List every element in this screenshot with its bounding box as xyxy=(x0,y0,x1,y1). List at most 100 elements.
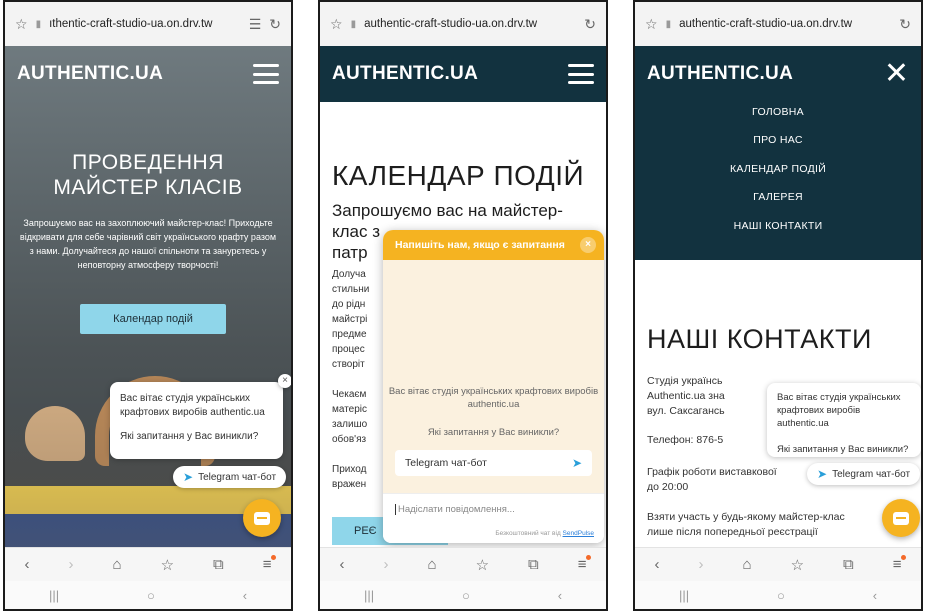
browser-bottom-toolbar: ‹ › ⌂ ☆ ⧉ ≡ xyxy=(5,547,291,581)
bot-greeting-text: Вас вітає студія українських крафтових в… xyxy=(388,386,599,410)
bot-greeting-popup: Вас вітає студія українських крафтових в… xyxy=(767,383,921,457)
recent-apps-icon[interactable]: ||| xyxy=(49,588,59,603)
bookmarks-icon[interactable]: ☆ xyxy=(476,556,489,574)
bookmark-star-icon[interactable]: ☆ xyxy=(15,16,28,33)
nav-item-about[interactable]: ПРО НАС xyxy=(635,134,921,146)
reader-mode-icon[interactable]: ☰ xyxy=(249,16,262,33)
site-logo[interactable]: AUTHENTIC.UA xyxy=(17,63,163,85)
lock-icon: ▮ xyxy=(35,18,42,30)
back-icon[interactable]: ‹ xyxy=(25,556,30,573)
home-icon[interactable]: ⌂ xyxy=(743,556,752,573)
nav-item-events[interactable]: КАЛЕНДАР ПОДІЙ xyxy=(635,163,921,175)
chat-close-button[interactable]: × xyxy=(580,237,596,253)
telegram-bot-label: Telegram чат-бот xyxy=(198,471,277,483)
close-menu-icon[interactable]: ✕ xyxy=(884,59,909,89)
page-title: КАЛЕНДАР ПОДІЙ xyxy=(332,160,585,191)
chat-input-area[interactable]: Надіслати повідомлення... Безкоштовний ч… xyxy=(383,493,604,543)
tabs-icon[interactable]: ⧉ xyxy=(213,556,224,573)
system-home-icon[interactable]: ○ xyxy=(462,588,470,603)
nav-item-home[interactable]: ГОЛОВНА xyxy=(635,106,921,118)
bookmark-star-icon[interactable]: ☆ xyxy=(330,16,343,33)
hero-title-line1: ПРОВЕДЕННЯ xyxy=(72,151,224,174)
telegram-bot-button[interactable]: ➤ Telegram чат-бот xyxy=(807,463,921,485)
hero-description: Запрошуємо вас на захоплюючий майстер-кл… xyxy=(19,218,277,270)
site-header: AUTHENTIC.UA xyxy=(5,46,291,102)
reload-icon[interactable]: ↻ xyxy=(269,16,281,33)
phone-screen-contacts: ☆ ▮ authentic-craft-studio-ua.on.drv.tw … xyxy=(633,0,923,611)
nav-item-gallery[interactable]: ГАЛЕРЕЯ xyxy=(635,191,921,203)
recent-apps-icon[interactable]: ||| xyxy=(679,588,689,603)
system-back-icon[interactable]: ‹ xyxy=(873,588,877,603)
site-logo[interactable]: AUTHENTIC.UA xyxy=(332,63,478,85)
site-header: AUTHENTIC.UA ✕ xyxy=(635,46,921,102)
browser-bottom-toolbar: ‹ › ⌂ ☆ ⧉ ≡ xyxy=(635,547,921,581)
browser-menu-icon[interactable]: ≡ xyxy=(893,555,906,573)
hamburger-menu-icon[interactable] xyxy=(568,64,594,84)
forward-icon[interactable]: › xyxy=(69,556,74,573)
forward-icon[interactable]: › xyxy=(384,556,389,573)
chat-body: Вас вітає студія українських крафтових в… xyxy=(383,260,604,493)
bot-question-text: Які запитання у Вас виникли? xyxy=(777,444,909,455)
system-navigation-bar: ||| ○ ‹ xyxy=(320,581,606,609)
wooden-bird-figure xyxy=(25,406,85,461)
url-text[interactable]: ıthentic-craft-studio-ua.on.drv.tw xyxy=(49,18,241,30)
chat-widget-button[interactable] xyxy=(882,499,920,537)
phone-screen-home: ☆ ▮ ıthentic-craft-studio-ua.on.drv.tw ☰… xyxy=(3,0,293,611)
sendpulse-link[interactable]: SendPulse xyxy=(563,530,594,537)
system-back-icon[interactable]: ‹ xyxy=(243,588,247,603)
reload-icon[interactable]: ↻ xyxy=(899,16,911,33)
powered-by-text: Безкоштовний чат від SendPulse xyxy=(495,530,594,537)
home-icon[interactable]: ⌂ xyxy=(428,556,437,573)
url-text[interactable]: authentic-craft-studio-ua.on.drv.tw xyxy=(679,18,891,30)
bot-popup-close-button[interactable]: × xyxy=(278,374,291,388)
telegram-icon: ➤ xyxy=(571,456,582,470)
hamburger-menu-icon[interactable] xyxy=(253,64,279,84)
forward-icon[interactable]: › xyxy=(699,556,704,573)
site-header: AUTHENTIC.UA xyxy=(320,46,606,102)
browser-address-bar[interactable]: ☆ ▮ authentic-craft-studio-ua.on.drv.tw … xyxy=(635,2,921,46)
bot-greeting-text: Вас вітає студія українських крафтових в… xyxy=(120,393,265,418)
telegram-bot-label: Telegram чат-бот xyxy=(832,468,911,480)
bookmarks-icon[interactable]: ☆ xyxy=(791,556,804,574)
chat-message-input[interactable]: Надіслати повідомлення... xyxy=(395,504,515,515)
hero-title: ПРОВЕДЕННЯ МАЙСТЕР КЛАСІВ xyxy=(5,150,291,200)
hero-title-line2: МАЙСТЕР КЛАСІВ xyxy=(53,176,243,199)
telegram-bot-button[interactable]: ➤ Telegram чат-бот xyxy=(173,466,287,488)
browser-address-bar[interactable]: ☆ ▮ authentic-craft-studio-ua.on.drv.tw … xyxy=(320,2,606,46)
telegram-icon: ➤ xyxy=(183,470,194,484)
back-icon[interactable]: ‹ xyxy=(655,556,660,573)
phone-screen-events: ☆ ▮ authentic-craft-studio-ua.on.drv.tw … xyxy=(318,0,608,611)
bot-greeting-popup: Вас вітає студія українських крафтових в… xyxy=(110,382,283,459)
chat-widget-button[interactable] xyxy=(243,499,281,537)
bot-greeting-text: Вас вітає студія українських крафтових в… xyxy=(777,392,901,429)
events-calendar-button[interactable]: Календар подій xyxy=(80,304,226,334)
browser-address-bar[interactable]: ☆ ▮ ıthentic-craft-studio-ua.on.drv.tw ☰… xyxy=(5,2,291,46)
home-icon[interactable]: ⌂ xyxy=(113,556,122,573)
join-line: лише після попередньої реєстрації xyxy=(647,526,818,538)
chat-bubble-icon xyxy=(254,511,270,525)
browser-menu-icon[interactable]: ≡ xyxy=(263,555,276,573)
recent-apps-icon[interactable]: ||| xyxy=(364,588,374,603)
chat-header: Напишіть нам, якщо є запитання × xyxy=(383,230,604,260)
browser-menu-icon[interactable]: ≡ xyxy=(578,555,591,573)
system-back-icon[interactable]: ‹ xyxy=(558,588,562,603)
site-logo[interactable]: AUTHENTIC.UA xyxy=(647,63,793,85)
reload-icon[interactable]: ↻ xyxy=(584,16,596,33)
tabs-icon[interactable]: ⧉ xyxy=(843,556,854,573)
system-home-icon[interactable]: ○ xyxy=(147,588,155,603)
bot-question-text: Які запитання у Вас виникли? xyxy=(427,427,560,438)
bookmarks-icon[interactable]: ☆ xyxy=(161,556,174,574)
chat-window: Напишіть нам, якщо є запитання × Вас віт… xyxy=(383,230,604,543)
contacts-join-info: Взяти участь у будь-якому майстер-клас л… xyxy=(647,510,877,540)
nav-item-contacts[interactable]: НАШІ КОНТАКТИ xyxy=(635,220,921,232)
telegram-bot-option[interactable]: Telegram чат-бот ➤ xyxy=(395,450,592,476)
tabs-icon[interactable]: ⧉ xyxy=(528,556,539,573)
bookmark-star-icon[interactable]: ☆ xyxy=(645,16,658,33)
url-text[interactable]: authentic-craft-studio-ua.on.drv.tw xyxy=(364,18,576,30)
system-navigation-bar: ||| ○ ‹ xyxy=(635,581,921,609)
back-icon[interactable]: ‹ xyxy=(340,556,345,573)
telegram-icon: ➤ xyxy=(817,467,828,481)
events-subtitle-line1: Запрошуємо вас на майстер- xyxy=(332,201,563,220)
telegram-bot-label: Telegram чат-бот xyxy=(405,457,487,469)
system-home-icon[interactable]: ○ xyxy=(777,588,785,603)
